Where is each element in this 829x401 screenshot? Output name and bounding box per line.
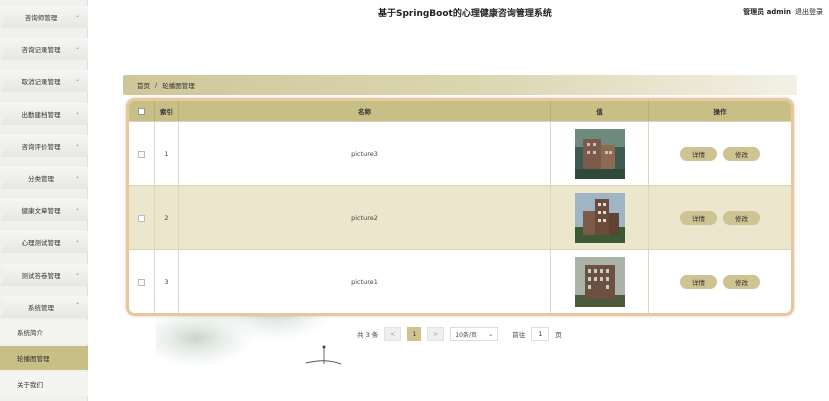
table-row: 2 picture2 详情 修改: [129, 185, 791, 250]
sidebar-item-label: 出勤建档管理: [21, 111, 61, 119]
row-name: picture2: [179, 186, 551, 250]
row-checkbox[interactable]: [138, 150, 145, 158]
breadcrumb-separator: /: [155, 81, 158, 89]
building-photo-icon[interactable]: [574, 257, 625, 307]
chevron-down-icon: ⌄: [74, 12, 80, 19]
chevron-down-icon: ⌄: [74, 141, 80, 148]
chevron-down-icon: ⌄: [74, 205, 80, 212]
header-name: 名称: [179, 101, 551, 121]
sidebar-item-label: 心理测试管理: [21, 239, 61, 247]
breadcrumb-current: 轮播图管理: [162, 82, 195, 90]
pagination-total: 共 3 条: [357, 331, 379, 339]
table-header-row: 索引 名称 值 操作: [129, 101, 791, 121]
table-row: 3 picture1 详情 修改: [129, 249, 791, 313]
select-all-checkbox[interactable]: [138, 107, 145, 115]
sidebar-item-label: 取消记录管理: [21, 78, 61, 86]
logout-link[interactable]: 退出登录: [795, 7, 823, 17]
building-photo-icon[interactable]: [574, 129, 625, 179]
app-title: 基于SpringBoot的心理健康咨询管理系统: [378, 9, 552, 19]
row-image-cell: [551, 250, 649, 313]
sidebar-item-counselor[interactable]: 咨询师管理 ⌄: [0, 6, 88, 28]
edit-button[interactable]: 修改: [723, 275, 760, 289]
page-unit-label: 页: [555, 331, 562, 339]
edit-button[interactable]: 修改: [723, 211, 760, 225]
chevron-down-icon: ⌄: [74, 237, 80, 244]
header-index: 索引: [155, 101, 179, 121]
row-select-cell: [129, 186, 155, 250]
header-value: 值: [551, 101, 649, 121]
top-header: 基于SpringBoot的心理健康咨询管理系统 管理员 admin 退出登录: [88, 0, 829, 26]
sidebar-item-label: 咨询评价管理: [21, 143, 61, 151]
prev-page-button[interactable]: <: [384, 327, 402, 341]
sidebar-item-articles[interactable]: 健康文章管理 ⌄: [0, 199, 88, 221]
carousel-table: 索引 名称 值 操作 1 picture3 详情 修改 2 picture2 详…: [126, 98, 794, 316]
sidebar-item-categories[interactable]: 分类管理 ⌄: [0, 167, 88, 189]
sidebar-item-label: 咨询师管理: [24, 14, 58, 22]
sidebar-item-label: 健康文章管理: [21, 207, 61, 215]
sidebar-item-label: 分类管理: [28, 175, 54, 183]
sidebar-item-psych-tests[interactable]: 心理测试管理 ⌄: [0, 231, 88, 253]
row-image-cell: [551, 186, 649, 250]
chevron-up-icon: ⌃: [74, 302, 80, 309]
row-index: 1: [155, 122, 179, 186]
chevron-down-icon: ⌄: [74, 109, 80, 116]
detail-button[interactable]: 详情: [680, 275, 717, 289]
detail-button[interactable]: 详情: [680, 147, 717, 161]
row-actions: 详情 修改: [649, 250, 791, 313]
table-row: 1 picture3 详情 修改: [129, 121, 791, 186]
next-page-button[interactable]: >: [427, 327, 445, 341]
row-name: picture3: [179, 122, 551, 186]
sidebar-subitem-carousel[interactable]: 轮播图管理: [0, 346, 88, 370]
sidebar-item-evaluations[interactable]: 咨询评价管理 ⌄: [0, 135, 88, 157]
breadcrumb: 首页 / 轮播图管理: [123, 75, 797, 95]
breadcrumb-home[interactable]: 首页: [137, 80, 150, 90]
row-actions: 详情 修改: [649, 122, 791, 186]
sidebar-subitem-about-us[interactable]: 关于我们: [0, 372, 88, 396]
row-checkbox[interactable]: [138, 278, 145, 286]
chevron-down-icon: ⌄: [74, 76, 80, 83]
sidebar-item-label: 系统管理: [28, 304, 54, 312]
sidebar-item-consult-records[interactable]: 咨询记录管理 ⌄: [0, 38, 88, 60]
building-photo-icon[interactable]: [574, 193, 625, 243]
goto-page-input[interactable]: [531, 327, 550, 341]
row-index: 3: [155, 250, 179, 313]
sidebar-subitem-system-intro[interactable]: 系统简介: [0, 320, 88, 344]
chevron-down-icon: ⌄: [74, 44, 80, 51]
page-size-select[interactable]: 10条/页 ⌄: [450, 327, 499, 341]
row-name: picture1: [179, 250, 551, 313]
page-number-button[interactable]: 1: [407, 327, 422, 341]
sidebar-item-label: 咨询记录管理: [21, 46, 61, 54]
sidebar-item-label: 测试答卷管理: [21, 272, 61, 280]
edit-button[interactable]: 修改: [723, 147, 760, 161]
row-index: 2: [155, 186, 179, 250]
sidebar-item-attendance[interactable]: 出勤建档管理 ⌄: [0, 103, 88, 125]
header-actions: 操作: [713, 108, 727, 116]
goto-label: 前往: [512, 331, 526, 339]
row-checkbox[interactable]: [138, 214, 145, 222]
sidebar-item-cancel-records[interactable]: 取消记录管理 ⌄: [0, 70, 88, 92]
main-content: 首页 / 轮播图管理 索引 名称 值 操作 1 picture3 详情 修改 2…: [88, 26, 829, 401]
sidebar-item-test-answers[interactable]: 测试答卷管理 ⌄: [0, 264, 88, 286]
row-actions: 详情 修改: [649, 186, 791, 250]
row-image-cell: [551, 122, 649, 186]
chevron-down-icon: ⌄: [74, 270, 80, 277]
chevron-down-icon: ⌄: [488, 330, 494, 338]
user-info: 管理员 admin: [743, 8, 791, 16]
page-size-value: 10条/页: [455, 331, 477, 339]
sidebar: 咨询师管理 ⌄ 咨询记录管理 ⌄ 取消记录管理 ⌄ 出勤建档管理 ⌄ 咨询评价管…: [0, 0, 88, 401]
detail-button[interactable]: 详情: [680, 211, 717, 225]
sidebar-item-system[interactable]: 系统管理 ⌃: [0, 296, 88, 318]
row-select-cell: [129, 250, 155, 313]
pagination: 共 3 条 < 1 > 10条/页 ⌄ 前往 页: [357, 326, 562, 342]
select-all-header: [129, 101, 155, 121]
chevron-down-icon: ⌄: [74, 173, 80, 180]
row-select-cell: [129, 122, 155, 186]
